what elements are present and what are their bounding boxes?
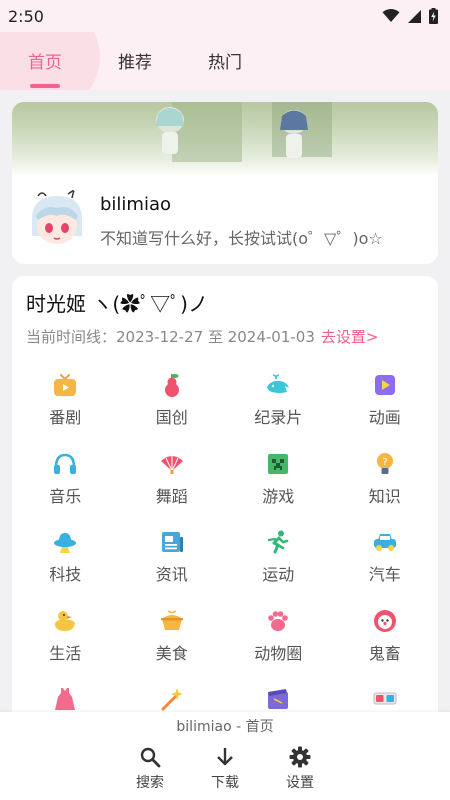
search-icon bbox=[140, 747, 161, 768]
category-grid: 番剧 国创 纪录片 动画 音乐 舞蹈 游戏 ? 知识 科技 资讯 运动 汽车 生… bbox=[12, 368, 438, 736]
timeline-label: 当前时间线：2023-12-27 至 2024-01-03 bbox=[26, 328, 315, 346]
nav-download-button[interactable]: 下载 bbox=[195, 746, 255, 792]
wifi-icon bbox=[382, 9, 400, 22]
newspaper-icon bbox=[161, 532, 183, 552]
category-label: 番剧 bbox=[49, 408, 82, 427]
creeper-icon bbox=[268, 453, 289, 474]
category-kichiku[interactable]: 鬼畜 bbox=[332, 604, 439, 683]
time-machine-card: 时光姬 ヽ(✿ﾟ▽ﾟ)ノ 当前时间线：2023-12-27 至 2024-01-… bbox=[12, 276, 438, 736]
top-tab-bar: 首页 推荐 热门 bbox=[0, 32, 450, 90]
tv-icon bbox=[54, 374, 77, 396]
category-animals[interactable]: 动物圈 bbox=[225, 604, 332, 683]
category-label: 知识 bbox=[368, 486, 401, 506]
car-icon bbox=[373, 534, 396, 551]
category-news[interactable]: 资讯 bbox=[119, 525, 226, 604]
cooking-pot-icon bbox=[160, 609, 183, 630]
category-games[interactable]: 游戏 bbox=[225, 447, 332, 526]
category-label: 资讯 bbox=[155, 565, 188, 584]
category-label: 游戏 bbox=[262, 486, 295, 506]
category-dance[interactable]: 舞蹈 bbox=[119, 447, 226, 526]
category-label: 音乐 bbox=[49, 486, 82, 506]
dress-icon bbox=[55, 688, 76, 710]
category-label: 汽车 bbox=[368, 565, 401, 584]
category-label: 运动 bbox=[262, 565, 295, 584]
category-food[interactable]: 美食 bbox=[119, 604, 226, 683]
tab-active-indicator bbox=[30, 84, 60, 88]
tab-home[interactable]: 首页 bbox=[28, 48, 62, 73]
nav-download-label: 下载 bbox=[211, 775, 239, 791]
svg-text:?: ? bbox=[382, 457, 387, 468]
category-label: 美食 bbox=[155, 643, 188, 663]
duck-icon bbox=[55, 610, 76, 631]
category-label: 科技 bbox=[49, 565, 82, 584]
category-animation[interactable]: 动画 bbox=[332, 368, 439, 447]
nav-search-label: 搜索 bbox=[136, 775, 164, 791]
whale-icon bbox=[267, 374, 290, 393]
tab-recommend[interactable]: 推荐 bbox=[118, 48, 152, 73]
cellular-signal-icon bbox=[408, 9, 421, 23]
category-cars[interactable]: 汽车 bbox=[332, 525, 439, 604]
category-documentary[interactable]: 纪录片 bbox=[225, 368, 332, 447]
battery-charging-icon bbox=[429, 8, 438, 24]
timeline-settings-link[interactable]: 去设置> bbox=[321, 328, 379, 346]
profile-card[interactable]: bilimiao 不知道写什么好，长按试试(o゜▽゜)o☆ bbox=[12, 102, 438, 264]
gear-icon bbox=[289, 746, 311, 768]
download-icon bbox=[217, 748, 233, 766]
card-title: 时光姬 ヽ(✿ﾟ▽ﾟ)ノ bbox=[26, 292, 208, 316]
clown-icon bbox=[373, 609, 396, 632]
runner-icon bbox=[268, 530, 289, 554]
status-bar: 2:50 bbox=[0, 0, 450, 32]
nav-settings-label: 设置 bbox=[286, 775, 314, 791]
category-label: 鬼畜 bbox=[368, 643, 401, 663]
avatar[interactable] bbox=[24, 186, 90, 252]
nav-search-button[interactable]: 搜索 bbox=[120, 746, 180, 792]
category-tech[interactable]: 科技 bbox=[12, 525, 119, 604]
status-time: 2:50 bbox=[8, 6, 44, 26]
category-label: 国创 bbox=[155, 408, 188, 427]
category-label: 生活 bbox=[49, 643, 82, 663]
nav-settings-button[interactable]: 设置 bbox=[270, 746, 330, 792]
category-label: 动物圈 bbox=[254, 643, 303, 663]
category-anime-series[interactable]: 番剧 bbox=[12, 368, 119, 447]
tab-popular[interactable]: 热门 bbox=[208, 48, 242, 73]
profile-name: bilimiao bbox=[100, 194, 172, 215]
category-label: 舞蹈 bbox=[155, 486, 188, 506]
category-music[interactable]: 音乐 bbox=[12, 447, 119, 526]
magic-wand-icon bbox=[161, 688, 183, 711]
film-clap-icon bbox=[268, 689, 289, 709]
profile-signature: 不知道写什么好，长按试试(o゜▽゜)o☆ bbox=[100, 229, 383, 248]
gourd-icon bbox=[164, 374, 179, 397]
timeline-row: 当前时间线：2023-12-27 至 2024-01-03 去设置> bbox=[26, 326, 378, 347]
fan-icon bbox=[160, 454, 183, 474]
ufo-icon bbox=[54, 533, 77, 553]
lightbulb-icon: ? bbox=[376, 452, 393, 474]
category-sports[interactable]: 运动 bbox=[225, 525, 332, 604]
bottom-caption: bilimiao - 首页 bbox=[176, 719, 274, 735]
3d-glasses-icon bbox=[373, 692, 397, 705]
paw-icon bbox=[268, 610, 289, 631]
category-life[interactable]: 生活 bbox=[12, 604, 119, 683]
category-guochuang[interactable]: 国创 bbox=[119, 368, 226, 447]
play-box-icon bbox=[374, 375, 395, 395]
headphones-icon bbox=[54, 453, 77, 474]
category-knowledge[interactable]: ? 知识 bbox=[332, 447, 439, 526]
status-icons bbox=[382, 8, 438, 24]
category-label: 纪录片 bbox=[254, 408, 303, 427]
profile-banner-image bbox=[12, 102, 438, 176]
bottom-nav: bilimiao - 首页 搜索 下载 设置 bbox=[0, 712, 450, 800]
category-label: 动画 bbox=[368, 408, 401, 427]
